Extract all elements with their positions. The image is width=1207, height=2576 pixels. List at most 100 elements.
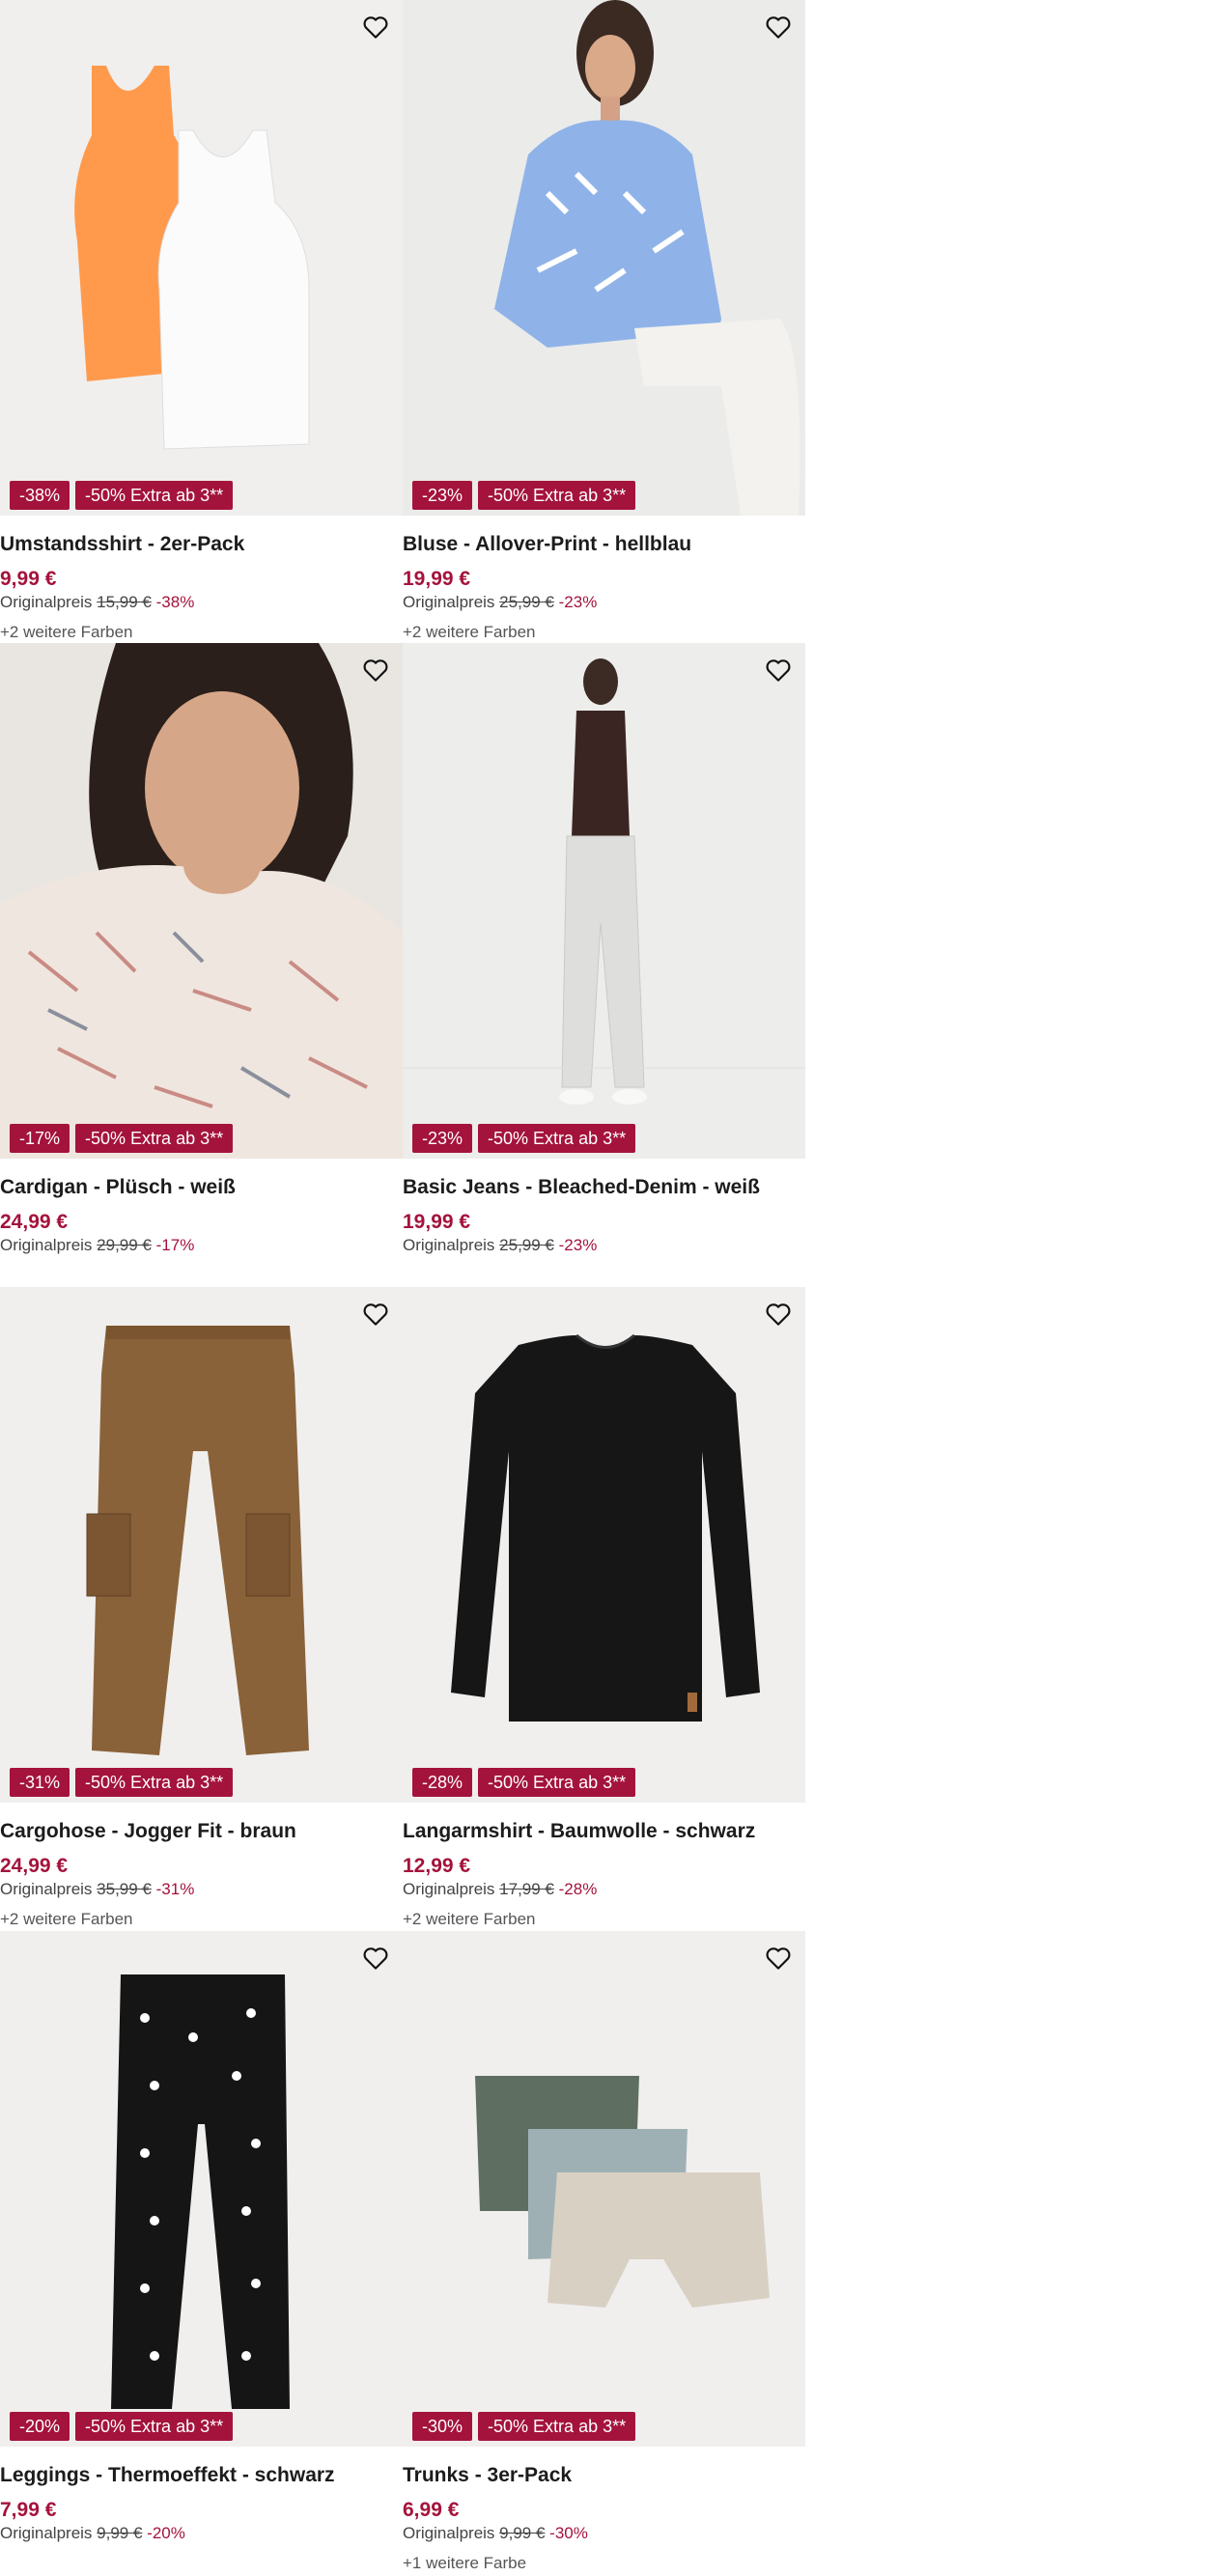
promo-badge: -50% Extra ab 3** xyxy=(478,2412,636,2441)
product-title[interactable]: Langarmshirt - Baumwolle - schwarz xyxy=(403,1820,755,1843)
wishlist-heart-icon[interactable] xyxy=(358,10,393,44)
wishlist-heart-icon[interactable] xyxy=(358,1941,393,1975)
product-card[interactable]: -23% -50% Extra ab 3** Basic Jeans - Ble… xyxy=(403,643,805,1286)
product-card[interactable]: -38% -50% Extra ab 3** Umstandsshirt - 2… xyxy=(0,0,403,643)
wishlist-heart-icon[interactable] xyxy=(761,653,796,687)
original-price-line: Originalpreis 9,99 € -30% xyxy=(403,2524,588,2543)
product-title[interactable]: Basic Jeans - Bleached-Denim - weiß xyxy=(403,1176,760,1199)
original-price-label: Originalpreis xyxy=(0,1880,93,1898)
product-image[interactable]: -38% -50% Extra ab 3** xyxy=(0,0,403,516)
original-price-line: Originalpreis 17,99 € -28% xyxy=(403,1880,597,1899)
product-card[interactable]: -17% -50% Extra ab 3** Cardigan - Plüsch… xyxy=(0,643,403,1286)
discount-badges: -23% -50% Extra ab 3** xyxy=(412,1124,636,1153)
more-colors-link[interactable]: +2 weitere Farben xyxy=(403,623,536,642)
more-colors-link[interactable]: +2 weitere Farben xyxy=(0,623,133,642)
original-price-label: Originalpreis xyxy=(403,1880,495,1898)
product-title[interactable]: Leggings - Thermoeffekt - schwarz xyxy=(0,2464,335,2487)
discount-badge: -20% xyxy=(10,2412,70,2441)
more-colors-link[interactable]: +2 weitere Farben xyxy=(0,1910,133,1929)
original-price: 17,99 € xyxy=(499,1880,554,1898)
original-price-line: Originalpreis 15,99 € -38% xyxy=(0,593,194,612)
product-image[interactable]: -23% -50% Extra ab 3** xyxy=(403,643,805,1159)
wishlist-heart-icon[interactable] xyxy=(761,10,796,44)
promo-badge: -50% Extra ab 3** xyxy=(75,2412,234,2441)
original-price: 15,99 € xyxy=(97,593,152,611)
discount-badges: -31% -50% Extra ab 3** xyxy=(10,1768,234,1797)
original-price-label: Originalpreis xyxy=(0,1236,93,1254)
discount-percent: -17% xyxy=(155,1236,195,1254)
promo-badge: -50% Extra ab 3** xyxy=(478,481,636,510)
product-image[interactable]: -17% -50% Extra ab 3** xyxy=(0,643,403,1159)
discount-badge: -23% xyxy=(412,1124,473,1153)
original-price: 29,99 € xyxy=(97,1236,152,1254)
product-image[interactable]: -23% -50% Extra ab 3** xyxy=(403,0,805,516)
discount-percent: -31% xyxy=(155,1880,195,1898)
original-price-label: Originalpreis xyxy=(403,593,495,611)
original-price-label: Originalpreis xyxy=(0,593,93,611)
discount-percent: -23% xyxy=(558,1236,598,1254)
original-price-line: Originalpreis 25,99 € -23% xyxy=(403,1236,597,1255)
original-price-label: Originalpreis xyxy=(0,2524,93,2542)
product-image[interactable]: -30% -50% Extra ab 3** xyxy=(403,1931,805,2447)
product-price: 19,99 € xyxy=(403,1211,471,1233)
discount-badge: -23% xyxy=(412,481,473,510)
promo-badge: -50% Extra ab 3** xyxy=(75,1124,234,1153)
discount-percent: -23% xyxy=(558,593,598,611)
original-price-line: Originalpreis 9,99 € -20% xyxy=(0,2524,185,2543)
promo-badge: -50% Extra ab 3** xyxy=(75,481,234,510)
product-card[interactable]: -31% -50% Extra ab 3** Cargohose - Jogge… xyxy=(0,1287,403,1930)
original-price: 9,99 € xyxy=(97,2524,143,2542)
product-price: 19,99 € xyxy=(403,568,471,590)
product-price: 7,99 € xyxy=(0,2499,57,2521)
product-price: 12,99 € xyxy=(403,1855,471,1877)
discount-badges: -28% -50% Extra ab 3** xyxy=(412,1768,636,1797)
original-price: 25,99 € xyxy=(499,1236,554,1254)
discount-badges: -23% -50% Extra ab 3** xyxy=(412,481,636,510)
discount-badge: -17% xyxy=(10,1124,70,1153)
product-price: 24,99 € xyxy=(0,1855,69,1877)
discount-badge: -31% xyxy=(10,1768,70,1797)
discount-percent: -30% xyxy=(549,2524,588,2542)
product-card[interactable]: -30% -50% Extra ab 3** Trunks - 3er-Pack… xyxy=(403,1931,805,2574)
product-card[interactable]: -20% -50% Extra ab 3** Leggings - Thermo… xyxy=(0,1931,403,2574)
product-title[interactable]: Trunks - 3er-Pack xyxy=(403,2464,572,2487)
wishlist-heart-icon[interactable] xyxy=(358,1297,393,1331)
original-price: 35,99 € xyxy=(97,1880,152,1898)
original-price: 25,99 € xyxy=(499,593,554,611)
product-price: 9,99 € xyxy=(0,568,57,590)
discount-percent: -28% xyxy=(558,1880,598,1898)
original-price-label: Originalpreis xyxy=(403,1236,495,1254)
wishlist-heart-icon[interactable] xyxy=(761,1297,796,1331)
original-price-line: Originalpreis 25,99 € -23% xyxy=(403,593,597,612)
original-price-line: Originalpreis 29,99 € -17% xyxy=(0,1236,194,1255)
more-colors-link[interactable]: +1 weitere Farbe xyxy=(403,2554,526,2573)
discount-badges: -20% -50% Extra ab 3** xyxy=(10,2412,234,2441)
product-title[interactable]: Cargohose - Jogger Fit - braun xyxy=(0,1820,296,1843)
discount-percent: -38% xyxy=(155,593,195,611)
discount-badges: -30% -50% Extra ab 3** xyxy=(412,2412,636,2441)
product-title[interactable]: Cardigan - Plüsch - weiß xyxy=(0,1176,236,1199)
product-price: 6,99 € xyxy=(403,2499,460,2521)
product-card[interactable]: -23% -50% Extra ab 3** Bluse - Allover-P… xyxy=(403,0,805,643)
promo-badge: -50% Extra ab 3** xyxy=(478,1768,636,1797)
product-image[interactable]: -20% -50% Extra ab 3** xyxy=(0,1931,403,2447)
product-price: 24,99 € xyxy=(0,1211,69,1233)
original-price-line: Originalpreis 35,99 € -31% xyxy=(0,1880,194,1899)
wishlist-heart-icon[interactable] xyxy=(358,653,393,687)
discount-badges: -38% -50% Extra ab 3** xyxy=(10,481,234,510)
discount-badge: -28% xyxy=(412,1768,473,1797)
product-image[interactable]: -31% -50% Extra ab 3** xyxy=(0,1287,403,1803)
product-title[interactable]: Umstandsshirt - 2er-Pack xyxy=(0,533,244,556)
original-price: 9,99 € xyxy=(499,2524,546,2542)
discount-badge: -30% xyxy=(412,2412,473,2441)
promo-badge: -50% Extra ab 3** xyxy=(75,1768,234,1797)
discount-percent: -20% xyxy=(147,2524,185,2542)
promo-badge: -50% Extra ab 3** xyxy=(478,1124,636,1153)
original-price-label: Originalpreis xyxy=(403,2524,495,2542)
wishlist-heart-icon[interactable] xyxy=(761,1941,796,1975)
product-card[interactable]: -28% -50% Extra ab 3** Langarmshirt - Ba… xyxy=(403,1287,805,1930)
more-colors-link[interactable]: +2 weitere Farben xyxy=(403,1910,536,1929)
product-title[interactable]: Bluse - Allover-Print - hellblau xyxy=(403,533,691,556)
discount-badges: -17% -50% Extra ab 3** xyxy=(10,1124,234,1153)
product-image[interactable]: -28% -50% Extra ab 3** xyxy=(403,1287,805,1803)
